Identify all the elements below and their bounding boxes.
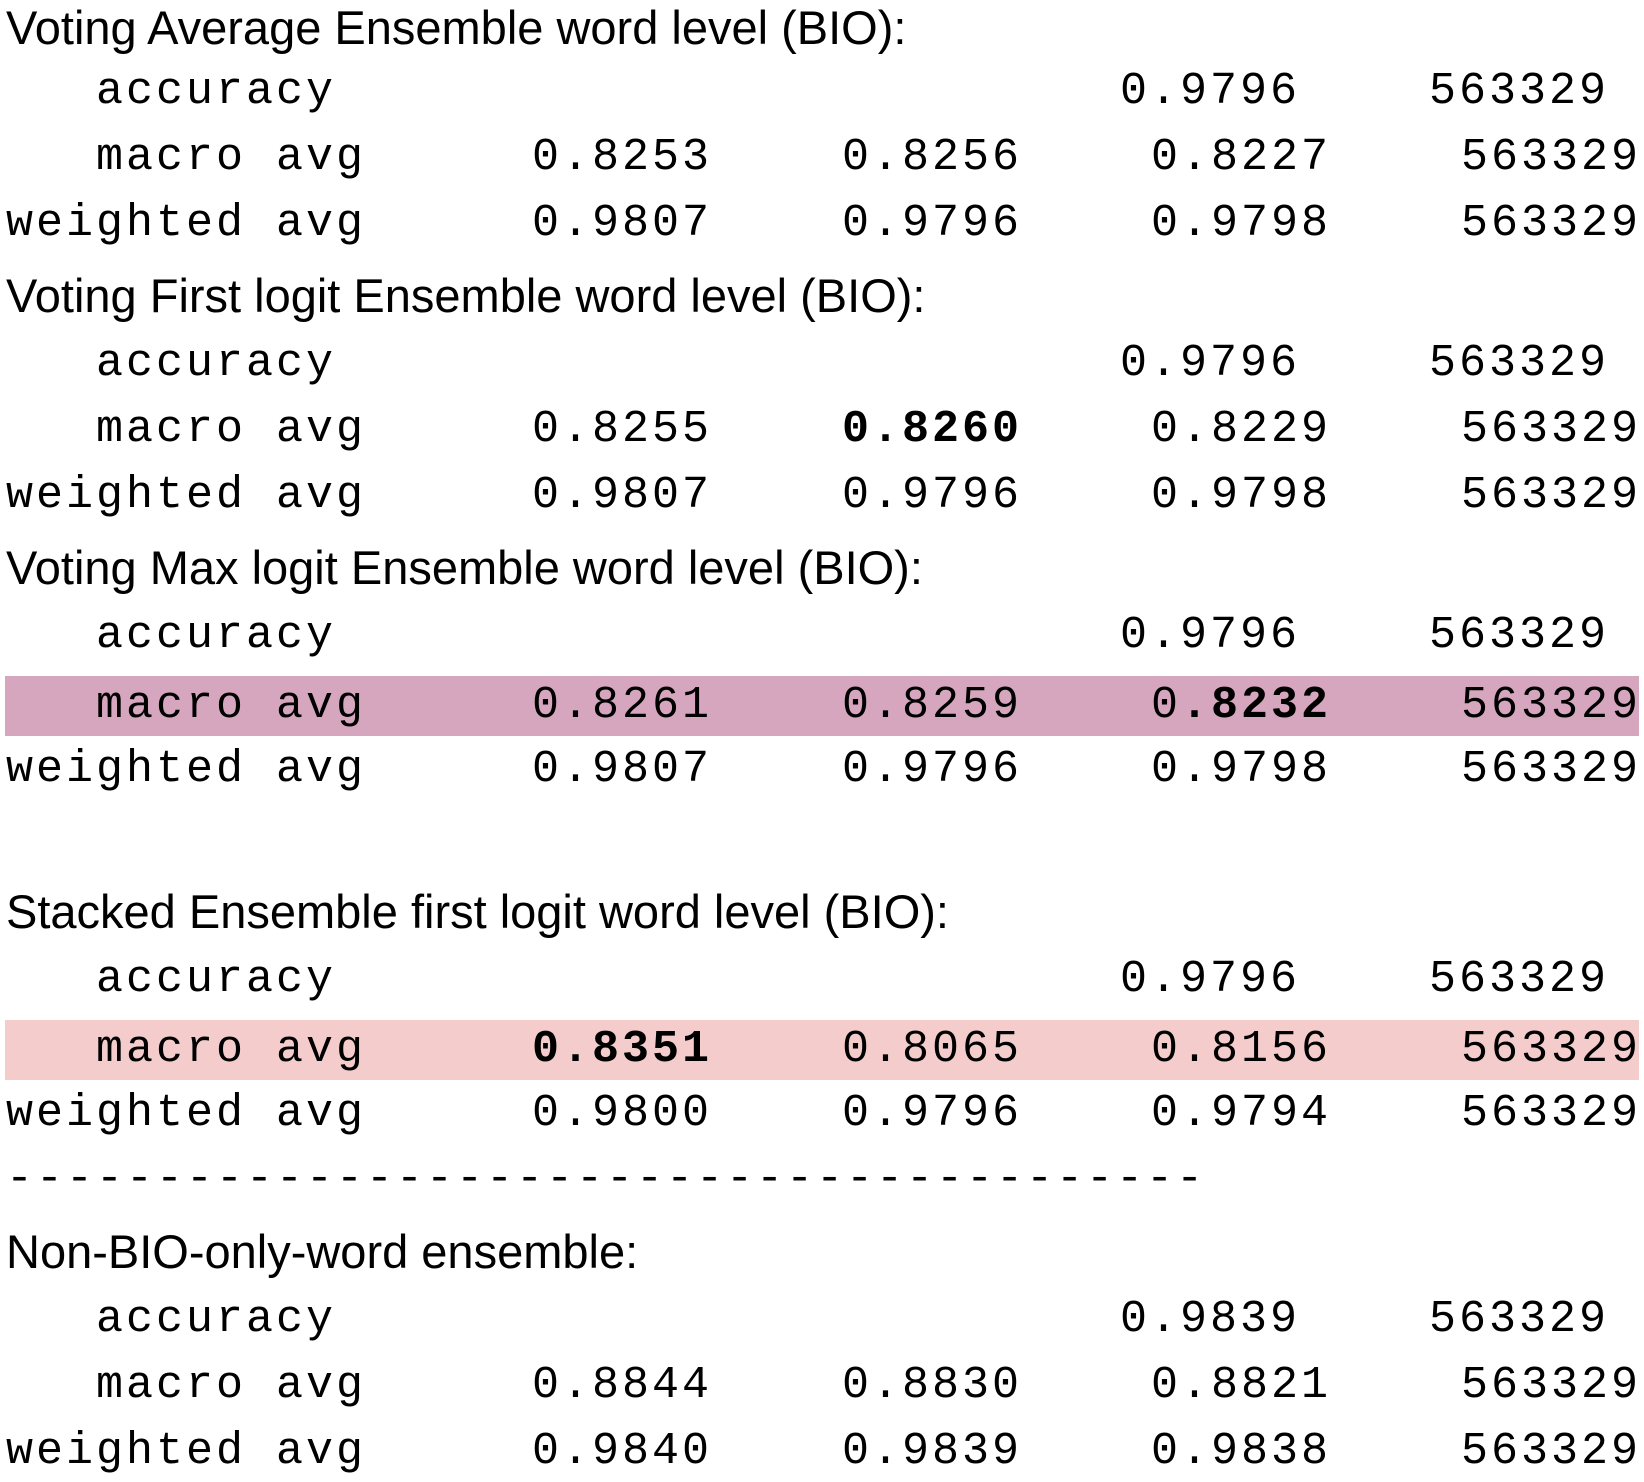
accuracy-value: 0.9796 bbox=[1120, 610, 1301, 661]
support-value: 563329 bbox=[1461, 680, 1642, 731]
support-value: 563329 bbox=[1461, 1360, 1642, 1411]
row-label: macro avg bbox=[96, 1024, 367, 1075]
section-title-voting-max-logit: Voting Max logit Ensemble word level (BI… bbox=[6, 541, 923, 594]
support-value: 563329 bbox=[1429, 1294, 1610, 1345]
f1-value: 0.9798 bbox=[1151, 744, 1332, 795]
row-label: weighted avg bbox=[6, 744, 367, 795]
row-label: weighted avg bbox=[6, 1426, 367, 1477]
f1-value: 0.8821 bbox=[1151, 1360, 1332, 1411]
support-value: 563329 bbox=[1429, 610, 1610, 661]
row-label: accuracy bbox=[96, 338, 337, 389]
recall-value: 0.9839 bbox=[842, 1426, 1023, 1477]
section-title-voting-first-logit: Voting First logit Ensemble word level (… bbox=[6, 269, 926, 322]
support-value: 563329 bbox=[1461, 198, 1642, 249]
f1-value: 0.8156 bbox=[1151, 1024, 1332, 1075]
row-label: accuracy bbox=[96, 66, 337, 117]
f1-value: 0.8229 bbox=[1151, 404, 1332, 455]
row-label: macro avg bbox=[96, 1360, 367, 1411]
row-label: weighted avg bbox=[6, 470, 367, 521]
row-label: macro avg bbox=[96, 132, 367, 183]
weighted-avg-row: weighted avg 0.9807 0.9796 0.9798 563329 bbox=[0, 194, 1644, 254]
section-title-stacked-ensemble: Stacked Ensemble first logit word level … bbox=[6, 885, 949, 938]
dashed-divider: ---------------------------------------- bbox=[6, 1154, 1207, 1205]
f1-value-prefix: 0 bbox=[1151, 680, 1182, 731]
row-label: macro avg bbox=[96, 680, 367, 731]
support-value: 563329 bbox=[1461, 132, 1642, 183]
support-value: 563329 bbox=[1429, 954, 1610, 1005]
support-value: 563329 bbox=[1461, 470, 1642, 521]
precision-value: 0.8255 bbox=[532, 404, 713, 455]
accuracy-value: 0.9796 bbox=[1120, 66, 1301, 117]
macro-avg-row-highlighted: macro avg 0.8261 0.8259 0.8232 563329 bbox=[5, 676, 1639, 736]
macro-avg-row: macro avg 0.8255 0.8260 0.8229 563329 bbox=[0, 400, 1644, 460]
f1-value: 0.8232 bbox=[1151, 676, 1331, 736]
precision-value-best: 0.8351 bbox=[532, 1024, 713, 1075]
f1-value: 0.9838 bbox=[1151, 1426, 1332, 1477]
f1-value: 0.9794 bbox=[1151, 1088, 1332, 1139]
support-value: 563329 bbox=[1461, 744, 1642, 795]
recall-value-best: 0.8260 bbox=[842, 404, 1023, 455]
support-value: 563329 bbox=[1461, 1088, 1642, 1139]
f1-value: 0.9798 bbox=[1151, 470, 1332, 521]
accuracy-value: 0.9796 bbox=[1120, 338, 1301, 389]
section-title-voting-average: Voting Average Ensemble word level (BIO)… bbox=[6, 1, 907, 54]
support-value: 563329 bbox=[1461, 1024, 1642, 1075]
accuracy-row: accuracy 0.9796 563329 bbox=[0, 334, 1644, 394]
weighted-avg-row: weighted avg 0.9800 0.9796 0.9794 563329 bbox=[0, 1084, 1644, 1144]
accuracy-value: 0.9796 bbox=[1120, 954, 1301, 1005]
macro-avg-row: macro avg 0.8844 0.8830 0.8821 563329 bbox=[0, 1356, 1644, 1416]
support-value: 563329 bbox=[1429, 66, 1610, 117]
row-label: macro avg bbox=[96, 404, 367, 455]
row-label: accuracy bbox=[96, 610, 337, 661]
recall-value: 0.9796 bbox=[842, 1088, 1023, 1139]
accuracy-row: accuracy 0.9839 563329 bbox=[0, 1290, 1644, 1350]
precision-value: 0.9840 bbox=[532, 1426, 713, 1477]
weighted-avg-row: weighted avg 0.9807 0.9796 0.9798 563329 bbox=[0, 466, 1644, 526]
precision-value: 0.8253 bbox=[532, 132, 713, 183]
accuracy-row: accuracy 0.9796 563329 bbox=[0, 62, 1644, 122]
recall-value: 0.8065 bbox=[842, 1024, 1023, 1075]
accuracy-value: 0.9839 bbox=[1120, 1294, 1301, 1345]
accuracy-row: accuracy 0.9796 563329 bbox=[0, 950, 1644, 1010]
accuracy-row: accuracy 0.9796 563329 bbox=[0, 606, 1644, 666]
macro-avg-row: macro avg 0.8253 0.8256 0.8227 563329 bbox=[0, 128, 1644, 188]
weighted-avg-row: weighted avg 0.9807 0.9796 0.9798 563329 bbox=[0, 740, 1644, 800]
precision-value: 0.8261 bbox=[532, 680, 713, 731]
macro-avg-row-highlighted: macro avg 0.8351 0.8065 0.8156 563329 bbox=[5, 1020, 1639, 1080]
section-title-non-bio-ensemble: Non-BIO-only-word ensemble: bbox=[6, 1225, 639, 1278]
row-label: weighted avg bbox=[6, 1088, 367, 1139]
recall-value: 0.8259 bbox=[842, 680, 1023, 731]
weighted-avg-row: weighted avg 0.9840 0.9839 0.9838 563329 bbox=[0, 1422, 1644, 1482]
recall-value: 0.8256 bbox=[842, 132, 1023, 183]
precision-value: 0.9807 bbox=[532, 470, 713, 521]
f1-value: 0.8227 bbox=[1151, 132, 1332, 183]
recall-value: 0.9796 bbox=[842, 198, 1023, 249]
support-value: 563329 bbox=[1461, 404, 1642, 455]
row-label: accuracy bbox=[96, 1294, 337, 1345]
recall-value: 0.9796 bbox=[842, 470, 1023, 521]
row-label: accuracy bbox=[96, 954, 337, 1005]
precision-value: 0.8844 bbox=[532, 1360, 713, 1411]
precision-value: 0.9807 bbox=[532, 744, 713, 795]
recall-value: 0.9796 bbox=[842, 744, 1023, 795]
support-value: 563329 bbox=[1461, 1426, 1642, 1477]
recall-value: 0.8830 bbox=[842, 1360, 1023, 1411]
precision-value: 0.9800 bbox=[532, 1088, 713, 1139]
f1-value: 0.9798 bbox=[1151, 198, 1332, 249]
support-value: 563329 bbox=[1429, 338, 1610, 389]
row-label: weighted avg bbox=[6, 198, 367, 249]
precision-value: 0.9807 bbox=[532, 198, 713, 249]
f1-value-best: .8232 bbox=[1181, 680, 1332, 731]
